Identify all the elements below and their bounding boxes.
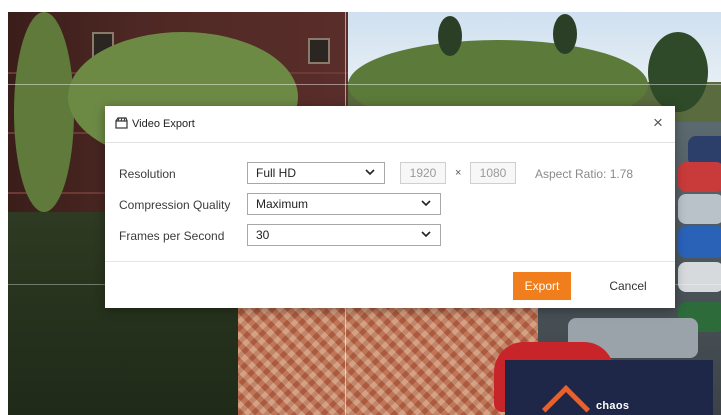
compression-quality-label: Compression Quality [119, 198, 231, 212]
fps-select[interactable]: 30 [247, 224, 441, 246]
resolution-select[interactable]: Full HD [247, 162, 385, 184]
title-divider [105, 142, 675, 143]
video-export-icon [115, 117, 128, 129]
resolution-label: Resolution [119, 167, 176, 181]
chevron-down-icon [421, 231, 431, 238]
cancel-button[interactable]: Cancel [598, 272, 658, 300]
video-export-dialog: Video Export × Resolution Full HD 1920 ×… [105, 106, 675, 308]
fps-value: 30 [256, 228, 270, 242]
chevron-down-icon [421, 200, 431, 207]
height-field: 1080 [470, 162, 516, 184]
aspect-ratio-text: Aspect Ratio: 1.78 [535, 167, 634, 181]
grid-guide-horizontal [8, 84, 721, 85]
dialog-title: Video Export [132, 118, 195, 130]
chevron-down-icon [365, 169, 375, 176]
export-button[interactable]: Export [513, 272, 571, 300]
footer-divider [105, 261, 675, 262]
dimension-separator: × [455, 167, 462, 179]
chaos-logo [541, 384, 591, 415]
brand-text: chaos [596, 400, 630, 412]
fps-label: Frames per Second [119, 229, 225, 243]
resolution-value: Full HD [256, 166, 297, 180]
compression-quality-select[interactable]: Maximum [247, 193, 441, 215]
compression-quality-value: Maximum [256, 197, 309, 211]
brand-panel: chaos [505, 360, 713, 415]
paved-plaza [238, 302, 538, 415]
close-icon: × [653, 113, 663, 132]
close-button[interactable]: × [648, 113, 668, 133]
dialog-title-bar: Video Export × [105, 106, 675, 142]
width-field: 1920 [400, 162, 446, 184]
